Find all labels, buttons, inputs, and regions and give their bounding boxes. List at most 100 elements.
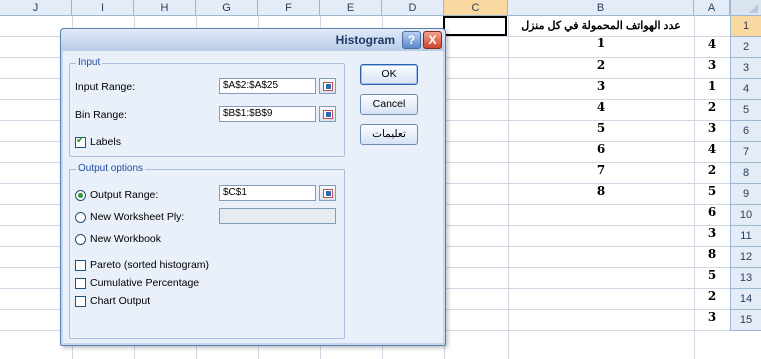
labels-label[interactable]: Labels — [90, 136, 121, 148]
dialog-titlebar[interactable]: Histogram ? X — [61, 29, 445, 51]
row-label: 15 — [739, 314, 753, 326]
row-label: 14 — [739, 293, 753, 305]
cell-b4[interactable]: 3 — [508, 79, 694, 93]
cell-b7[interactable]: 6 — [508, 142, 694, 156]
col-label: J — [32, 2, 39, 14]
active-cell-c1[interactable] — [443, 16, 507, 36]
col-label: H — [160, 2, 169, 14]
cell-a2[interactable]: 4 — [694, 37, 730, 51]
output-range-field[interactable]: $C$1 — [219, 185, 316, 201]
col-header-h[interactable]: H — [134, 0, 196, 16]
labels-checkbox[interactable] — [75, 135, 86, 148]
col-header-e[interactable]: E — [320, 0, 382, 16]
row-header-5[interactable]: 5 — [730, 100, 761, 121]
row-header-4[interactable]: 4 — [730, 79, 761, 100]
new-worksheet-field[interactable] — [219, 208, 336, 224]
col-header-g[interactable]: G — [196, 0, 258, 16]
cell-a14[interactable]: 2 — [694, 289, 730, 303]
histogram-dialog: Histogram ? X Input Input Range: $A$2:$A… — [60, 28, 446, 346]
row-header-10[interactable]: 10 — [730, 205, 761, 226]
cumulative-label[interactable]: Cumulative Percentage — [90, 277, 199, 289]
cell-a5[interactable]: 2 — [694, 100, 730, 114]
help-icon[interactable]: ? — [402, 31, 421, 49]
col-header-a[interactable]: A — [694, 0, 730, 16]
row-header-3[interactable]: 3 — [730, 58, 761, 79]
new-workbook-label[interactable]: New Workbook — [90, 233, 161, 245]
pareto-checkbox[interactable] — [75, 260, 86, 271]
cell-a15[interactable]: 3 — [694, 310, 730, 324]
row-header-13[interactable]: 13 — [730, 268, 761, 289]
cell-a11[interactable]: 3 — [694, 226, 730, 240]
cell-b1[interactable]: عدد الهواتف المحمولة في كل منزل — [508, 17, 694, 35]
output-range-collapse-icon[interactable] — [319, 185, 336, 201]
cell-a8[interactable]: 2 — [694, 163, 730, 177]
row-header-8[interactable]: 8 — [730, 163, 761, 184]
row-header-14[interactable]: 14 — [730, 289, 761, 310]
cell-a13[interactable]: 5 — [694, 268, 730, 282]
cell-b9[interactable]: 8 — [508, 184, 694, 198]
col-label: E — [346, 2, 355, 14]
col-header-i[interactable]: I — [72, 0, 134, 16]
col-label: I — [100, 2, 105, 14]
pareto-label[interactable]: Pareto (sorted histogram) — [90, 259, 209, 271]
col-label: A — [707, 2, 716, 14]
cell-a4[interactable]: 1 — [694, 79, 730, 93]
new-worksheet-radio[interactable] — [75, 212, 86, 223]
col-header-b[interactable]: B — [508, 0, 694, 16]
cell-b8[interactable]: 7 — [508, 163, 694, 177]
row-label: 6 — [742, 125, 750, 137]
col-label: B — [596, 2, 605, 14]
input-range-collapse-icon[interactable] — [319, 78, 336, 94]
row-header-7[interactable]: 7 — [730, 142, 761, 163]
cell-b5[interactable]: 4 — [508, 100, 694, 114]
row-label: 2 — [742, 41, 750, 53]
row-label: 9 — [742, 188, 750, 200]
new-workbook-radio[interactable] — [75, 234, 86, 245]
dialog-body: Input Input Range: $A$2:$A$25 Bin Range:… — [63, 51, 443, 343]
cell-a9[interactable]: 5 — [694, 184, 730, 198]
row-header-15[interactable]: 15 — [730, 310, 761, 331]
cancel-button[interactable]: Cancel — [360, 94, 418, 115]
cell-a3[interactable]: 3 — [694, 58, 730, 72]
select-all-corner[interactable] — [730, 0, 761, 16]
output-range-radio[interactable] — [75, 190, 86, 201]
row-header-6[interactable]: 6 — [730, 121, 761, 142]
chart-output-label[interactable]: Chart Output — [90, 295, 150, 307]
row-header-9[interactable]: 9 — [730, 184, 761, 205]
new-worksheet-label[interactable]: New Worksheet Ply: — [90, 211, 184, 223]
col-header-f[interactable]: F — [258, 0, 320, 16]
output-range-label[interactable]: Output Range: — [90, 189, 158, 201]
bin-range-field[interactable]: $B$1:$B$9 — [219, 106, 316, 122]
chart-output-checkbox[interactable] — [75, 296, 86, 307]
row-label: 4 — [742, 83, 750, 95]
col-header-d[interactable]: D — [382, 0, 444, 16]
row-label: 11 — [740, 230, 752, 242]
bin-range-collapse-icon[interactable] — [319, 106, 336, 122]
row-header-2[interactable]: 2 — [730, 37, 761, 58]
col-header-j[interactable]: J — [0, 0, 72, 16]
bin-range-label: Bin Range: — [75, 109, 127, 121]
row-label: 10 — [739, 209, 753, 221]
cumulative-checkbox[interactable] — [75, 278, 86, 289]
row-header-12[interactable]: 12 — [730, 247, 761, 268]
close-icon[interactable]: X — [423, 31, 442, 49]
col-label: F — [285, 2, 292, 14]
output-group-label: Output options — [76, 163, 146, 174]
input-range-field[interactable]: $A$2:$A$25 — [219, 78, 316, 94]
cell-a10[interactable]: 6 — [694, 205, 730, 219]
row-label: 13 — [739, 272, 753, 284]
row-header-1[interactable]: 1 — [730, 16, 761, 37]
cell-b6[interactable]: 5 — [508, 121, 694, 135]
ok-button[interactable]: OK — [360, 64, 418, 85]
row-header-11[interactable]: 11 — [730, 226, 761, 247]
input-group-label: Input — [76, 57, 103, 68]
cell-a6[interactable]: 3 — [694, 121, 730, 135]
cell-a12[interactable]: 8 — [694, 247, 730, 261]
cell-b2[interactable]: 1 — [508, 36, 694, 50]
col-header-c[interactable]: C — [444, 0, 508, 16]
row-label: 3 — [742, 62, 750, 74]
row-label: 8 — [742, 167, 750, 179]
cell-a7[interactable]: 4 — [694, 142, 730, 156]
cell-b3[interactable]: 2 — [508, 58, 694, 72]
help-button[interactable]: تعليمات — [360, 124, 418, 145]
